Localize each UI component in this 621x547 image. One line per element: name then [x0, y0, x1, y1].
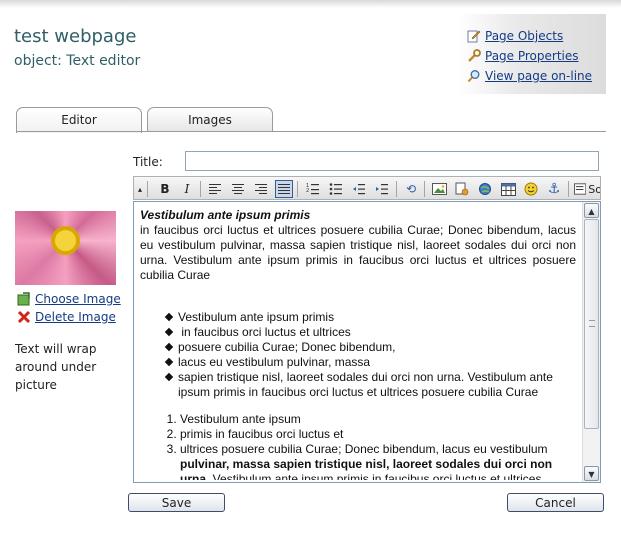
rich-text-editor[interactable]: Vestibulum ante ipsum primis in faucibus… — [133, 201, 601, 483]
bold-icon[interactable]: B — [156, 180, 174, 198]
view-online-link-row: View page on-line — [467, 66, 592, 86]
numbered-item-tail-text: Vestibulum ante ipsum primis in faucibus… — [209, 472, 542, 480]
title-label: Title: — [133, 155, 163, 169]
scrollbar-thumb[interactable] — [584, 219, 599, 429]
align-justify-icon[interactable] — [275, 180, 293, 198]
wrap-note: Text will wrap around under picture — [15, 342, 97, 392]
svg-text:2: 2 — [306, 188, 309, 194]
object-image-thumbnail — [15, 211, 116, 285]
toolbar-separator — [297, 181, 298, 197]
editor-toolbar: ▴ B I 12 ⟲ ⚓ So — [133, 176, 601, 200]
numbered-item: primis in faucibus orci luctus et — [180, 427, 576, 442]
delete-image-link[interactable]: Delete Image — [35, 310, 116, 324]
tab-images[interactable]: Images — [147, 107, 273, 132]
save-button[interactable]: Save — [128, 493, 225, 512]
bullet-item: lacus eu vestibulum pulvinar, massa — [140, 355, 576, 370]
magnifier-icon — [467, 69, 481, 83]
bullet-item: in faucibus orci luctus et ultrices — [140, 325, 576, 340]
page-properties-link-row: Page Properties — [467, 46, 592, 66]
undo-icon[interactable]: ⟲ — [402, 180, 420, 198]
scroll-up-icon[interactable]: ▲ — [584, 203, 599, 218]
numbered-item: Vestibulum ante ipsum — [180, 412, 576, 427]
editor-paragraph: in faucibus orci luctus et ultrices posu… — [140, 223, 576, 282]
toolbar-separator — [424, 181, 425, 197]
page-title: test webpage — [14, 26, 137, 47]
numbered-item-text: ultrices posuere cubilia Curae; Donec bi… — [180, 442, 548, 456]
choose-image-row: Choose Image — [17, 292, 121, 306]
insert-media-icon[interactable] — [453, 180, 471, 198]
title-input[interactable] — [185, 151, 599, 171]
align-center-icon[interactable] — [229, 180, 247, 198]
toolbar-collapse-icon[interactable]: ▴ — [134, 180, 146, 198]
page-objects-link-row: Page Objects — [467, 26, 592, 46]
bullet-item: posuere cubilia Curae; Donec bibendum, — [140, 340, 576, 355]
numbered-list-icon[interactable]: 12 — [304, 180, 322, 198]
editor-spacer — [140, 400, 576, 412]
scroll-down-icon[interactable]: ▼ — [584, 466, 599, 481]
bullet-item: sapien tristique nisl, laoreet sodales d… — [140, 370, 576, 400]
delete-image-row: Delete Image — [17, 310, 116, 324]
toolbar-separator — [396, 181, 397, 197]
top-shadow — [0, 0, 621, 8]
choose-image-link[interactable]: Choose Image — [35, 292, 121, 306]
toolbar-separator — [568, 181, 569, 197]
bullet-list-icon[interactable] — [327, 180, 345, 198]
thumb-grip-icon — [589, 320, 595, 327]
wrench-icon — [467, 49, 481, 63]
delete-x-icon — [17, 310, 31, 324]
tab-editor[interactable]: Editor — [16, 107, 142, 133]
align-left-icon[interactable] — [206, 180, 224, 198]
toolbar-separator — [200, 181, 201, 197]
anchor-icon[interactable]: ⚓ — [545, 180, 563, 198]
editor-numbered-list: Vestibulum ante ipsum primis in faucibus… — [140, 412, 576, 480]
toolbar-separator — [147, 181, 148, 197]
align-right-icon[interactable] — [252, 180, 270, 198]
choose-image-icon — [17, 292, 31, 306]
page-subtitle: object: Text editor — [14, 53, 141, 69]
indent-icon[interactable] — [373, 180, 391, 198]
italic-icon[interactable]: I — [178, 180, 196, 198]
numbered-item: ultrices posuere cubilia Curae; Donec bi… — [180, 442, 576, 480]
editor-bullet-list: Vestibulum ante ipsum primis in faucibus… — [140, 310, 576, 400]
outdent-icon[interactable] — [350, 180, 368, 198]
insert-table-icon[interactable] — [499, 180, 517, 198]
editor-scrollbar[interactable]: ▲ ▼ — [582, 202, 600, 482]
editor-heading: Vestibulum ante ipsum primis — [140, 208, 311, 222]
pencil-icon — [467, 29, 481, 43]
editor-content[interactable]: Vestibulum ante ipsum primis in faucibus… — [140, 208, 576, 480]
page-objects-link[interactable]: Page Objects — [485, 29, 563, 43]
page-properties-link[interactable]: Page Properties — [485, 49, 579, 63]
view-online-link[interactable]: View page on-line — [485, 69, 592, 83]
insert-image-icon[interactable] — [430, 180, 448, 198]
cancel-button[interactable]: Cancel — [507, 493, 604, 512]
tab-divider — [16, 131, 606, 132]
source-button[interactable]: So — [574, 180, 601, 198]
bullet-item: Vestibulum ante ipsum primis — [140, 310, 576, 325]
source-button-label: So — [588, 182, 601, 196]
insert-smiley-icon[interactable] — [522, 180, 540, 198]
editor-spacer — [140, 283, 576, 310]
insert-link-globe-icon[interactable] — [476, 180, 494, 198]
top-links: Page Objects Page Properties View page o… — [467, 26, 592, 86]
